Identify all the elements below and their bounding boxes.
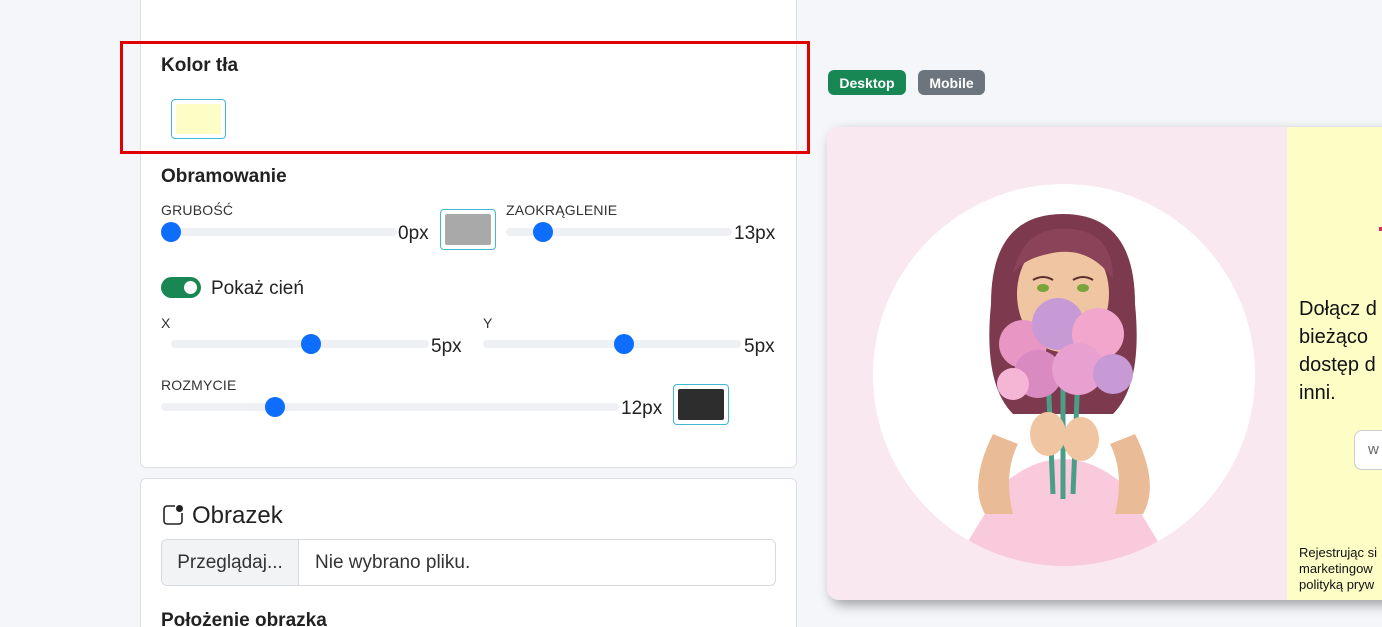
y-label: Y xyxy=(483,315,493,331)
file-input[interactable]: Przeglądaj... Nie wybrano pliku. xyxy=(161,539,776,586)
border-color-fill xyxy=(445,214,491,245)
mobile-view-badge[interactable]: Mobile xyxy=(918,70,985,95)
rounding-label: ZAOKRĄGLENIE xyxy=(506,202,618,218)
shadow-toggle[interactable] xyxy=(161,277,201,298)
preview-content-panel: Dołącz d bieżąco dostęp d inni. w Rejest… xyxy=(1287,127,1382,600)
shadow-color-fill xyxy=(678,389,724,420)
rounding-slider-thumb[interactable] xyxy=(533,222,553,242)
no-file-text: Nie wybrano pliku. xyxy=(315,551,471,573)
preview-main-text: Dołącz d bieżąco dostęp d inni. xyxy=(1299,298,1377,404)
shadow-toggle-label: Pokaż cień xyxy=(211,278,304,299)
browse-button[interactable]: Przeglądaj... xyxy=(162,540,299,585)
popup-preview: Dołącz d bieżąco dostęp d inni. w Rejest… xyxy=(827,127,1382,600)
thickness-label: GRUBOŚĆ xyxy=(161,202,234,218)
y-slider-track[interactable] xyxy=(483,340,741,348)
highlight-box xyxy=(120,41,810,154)
blur-slider-thumb[interactable] xyxy=(265,397,285,417)
x-value: 5px xyxy=(431,336,462,357)
blur-slider-track[interactable] xyxy=(161,403,619,411)
border-title: Obramowanie xyxy=(161,166,287,187)
image-section-title: Obrazek xyxy=(192,502,283,529)
desktop-view-badge[interactable]: Desktop xyxy=(828,70,906,95)
image-icon xyxy=(163,505,183,525)
border-color-swatch[interactable] xyxy=(440,209,496,250)
rounding-value: 13px xyxy=(734,223,776,244)
shadow-color-swatch[interactable] xyxy=(673,384,729,425)
blur-value: 12px xyxy=(621,398,663,419)
thickness-slider-track[interactable] xyxy=(161,228,397,236)
preview-footer-text: Rejestrując si marketingow polityką pryw xyxy=(1299,545,1378,592)
x-slider-thumb[interactable] xyxy=(301,334,321,354)
preview-image-panel xyxy=(827,127,1287,600)
y-slider-thumb[interactable] xyxy=(614,334,634,354)
x-slider-track[interactable] xyxy=(171,340,429,348)
thickness-value: 0px xyxy=(398,223,429,244)
toggle-knob xyxy=(184,281,197,294)
x-label: X xyxy=(161,315,171,331)
image-position-title: Położenie obrazka xyxy=(161,610,327,627)
preview-image-circle xyxy=(873,184,1255,566)
woman-with-flowers-illustration xyxy=(953,214,1173,566)
thickness-slider-thumb[interactable] xyxy=(161,222,181,242)
y-value: 5px xyxy=(744,336,775,357)
preview-email-input[interactable]: w xyxy=(1354,430,1382,470)
blur-label: ROZMYCIE xyxy=(161,377,237,393)
